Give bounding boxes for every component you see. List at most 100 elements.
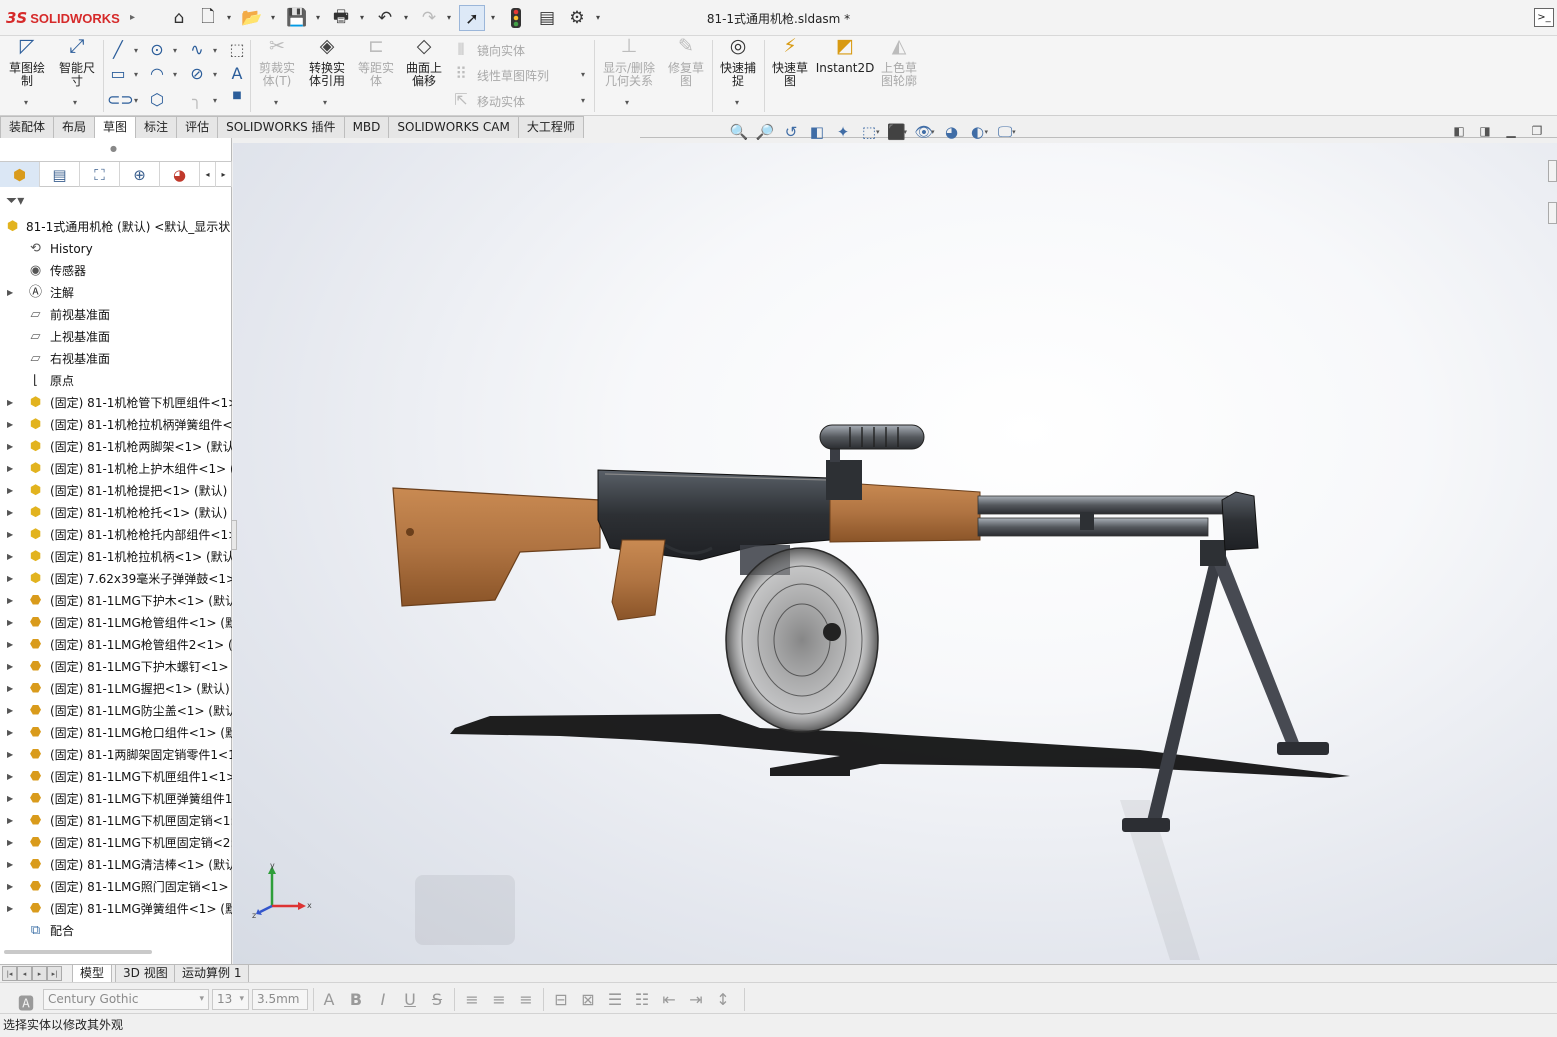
tab-model[interactable]: 模型 — [72, 965, 113, 983]
tree-component[interactable]: ▶ ⬣ (固定) 81-1两脚架固定销零件1<1 — [0, 744, 232, 766]
chevron-down-icon[interactable]: ▾ — [404, 13, 408, 22]
move-entities-label[interactable]: 移动实体 — [477, 93, 525, 110]
chevron-right-icon[interactable]: ▶ — [7, 810, 13, 832]
chevron-down-icon[interactable]: ▾ — [596, 13, 600, 22]
underline-icon[interactable]: U — [399, 990, 421, 1009]
chevron-right-icon[interactable]: ▸ — [216, 162, 232, 187]
tree-component[interactable]: ▶ ⬣ (固定) 81-1LMG枪口组件<1> (默 — [0, 722, 232, 744]
line-icon[interactable]: ╱ — [107, 40, 129, 60]
chevron-down-icon[interactable]: ▾ — [447, 13, 451, 22]
property-manager-tab-icon[interactable]: ▤ — [40, 162, 80, 187]
chevron-right-icon[interactable]: ▶ — [7, 634, 13, 656]
chevron-down-icon[interactable]: ▾ — [360, 13, 364, 22]
first-tab-icon[interactable]: |◂ — [2, 966, 17, 981]
rapid-sketch-button[interactable]: ⚡ 快速草 图 — [768, 37, 812, 88]
tree-component[interactable]: ▶ ⬣ (固定) 81-1LMG枪管组件2<1> (默 — [0, 634, 232, 656]
save-icon[interactable]: 💾 — [286, 7, 308, 29]
offset-on-surface-button[interactable]: ◇ 曲面上 偏移 — [402, 37, 446, 88]
chevron-down-icon[interactable]: ▾ — [73, 98, 77, 107]
offset-entities-button[interactable]: ⊏ 等距实 体 — [354, 37, 398, 88]
chevron-right-icon[interactable]: ▶ — [7, 546, 13, 568]
tree-component[interactable]: ▶ ⬢ (固定) 81-1机枪提把<1> (默认) < — [0, 480, 232, 502]
filter-icon[interactable]: ⏷▾ — [6, 193, 24, 209]
task-pane-tab[interactable] — [1548, 160, 1557, 182]
display-manager-tab-icon[interactable]: ◕ — [160, 162, 200, 187]
font-select[interactable]: Century Gothic ▾ — [43, 989, 209, 1010]
graphics-area[interactable]: y x z — [233, 143, 1557, 964]
stack-icon[interactable]: ⊠ — [577, 990, 599, 1009]
linear-pattern-icon[interactable]: ⠿ — [450, 64, 472, 84]
construction-geometry-icon[interactable]: ⬚ — [226, 40, 248, 60]
tree-root[interactable]: ⬢ 81-1式通用机枪 (默认) <默认_显示状 — [0, 216, 232, 238]
polygon-icon[interactable]: ⬡ — [146, 90, 168, 110]
tab-sketch[interactable]: 草图 — [94, 116, 137, 138]
gear-icon[interactable]: ⚙ — [566, 7, 588, 29]
bullets-icon[interactable]: ☰ — [604, 990, 626, 1009]
tree-item-front-plane[interactable]: ▱ 前视基准面 — [0, 304, 232, 326]
linear-pattern-label[interactable]: 线性草图阵列 — [477, 67, 549, 84]
text-height-input[interactable]: 3.5mm — [252, 989, 308, 1010]
chevron-right-icon[interactable]: ▶ — [7, 656, 13, 678]
ellipse-icon[interactable]: ⊘ — [186, 64, 208, 84]
mirror-entities-label[interactable]: 镜向实体 — [477, 42, 525, 59]
chevron-right-icon[interactable]: ▶ — [7, 744, 13, 766]
fit-text-icon[interactable]: ⊟ — [550, 990, 572, 1009]
tab-evaluate[interactable]: 评估 — [176, 116, 219, 138]
chevron-right-icon[interactable]: ▶ — [7, 590, 13, 612]
tab-3d-views[interactable]: 3D 视图 — [115, 965, 176, 983]
tree-component[interactable]: ▶ ⬢ (固定) 81-1机枪拉机柄<1> (默认 — [0, 546, 232, 568]
next-tab-icon[interactable]: ▸ — [32, 966, 47, 981]
tree-component[interactable]: ▶ ⬢ (固定) 81-1机枪两脚架<1> (默认 — [0, 436, 232, 458]
chevron-down-icon[interactable]: ▾ — [316, 13, 320, 22]
split-left-icon[interactable]: ◧ — [1446, 124, 1472, 138]
tree-component[interactable]: ▶ ⬣ (固定) 81-1LMG清洁棒<1> (默认 — [0, 854, 232, 876]
chevron-right-icon[interactable]: ▶ — [7, 898, 13, 920]
tree-item-right-plane[interactable]: ▱ 右视基准面 — [0, 348, 232, 370]
instant2d-button[interactable]: ◩ Instant2D — [816, 37, 875, 75]
decrease-indent-icon[interactable]: ⇤ — [658, 990, 680, 1009]
previous-view-icon[interactable]: ↺ — [778, 121, 804, 143]
chevron-right-icon[interactable]: ▶ — [7, 502, 13, 524]
tree-component[interactable]: ▶ ⬣ (固定) 81-1LMG下机匣弹簧组件1 — [0, 788, 232, 810]
shaded-sketch-contours-button[interactable]: ◭ 上色草 图轮廓 — [876, 37, 922, 88]
tree-component[interactable]: ▶ ⬣ (固定) 81-1LMG下护木螺钉<1> ( — [0, 656, 232, 678]
circle-icon[interactable]: ⊙ — [146, 40, 168, 60]
tree-component[interactable]: ▶ ⬢ (固定) 81-1机枪枪托内部组件<1> — [0, 524, 232, 546]
align-center-icon[interactable]: ≡ — [488, 990, 510, 1009]
tree-component[interactable]: ▶ ⬢ (固定) 81-1机枪上护木组件<1> ( — [0, 458, 232, 480]
tree-component[interactable]: ▶ ⬣ (固定) 81-1LMG枪管组件<1> (默 — [0, 612, 232, 634]
fillet-icon[interactable]: ╮ — [186, 90, 208, 110]
minimize-icon[interactable]: ▁ — [1498, 124, 1524, 138]
chevron-right-icon[interactable]: ▶ — [7, 480, 13, 502]
tab-markup[interactable]: 标注 — [135, 116, 178, 138]
chevron-right-icon[interactable]: ▶ — [7, 788, 13, 810]
chevron-right-icon[interactable]: ▶ — [7, 436, 13, 458]
tree-item-top-plane[interactable]: ▱ 上视基准面 — [0, 326, 232, 348]
chevron-right-icon[interactable]: ▶ — [7, 832, 13, 854]
chevron-down-icon[interactable]: ▾ — [271, 13, 275, 22]
convert-entities-button[interactable]: ◈ 转换实 体引用 — [304, 37, 350, 88]
italic-icon[interactable]: I — [372, 990, 394, 1009]
rifle-model[interactable] — [233, 143, 1557, 964]
solidworks-logo[interactable]: 3S SOLIDWORKS — [6, 8, 120, 28]
chevron-left-icon[interactable]: ◂ — [200, 162, 216, 187]
chevron-right-icon[interactable]: ▸ — [130, 12, 135, 23]
line-spacing-icon[interactable]: ↕ — [712, 990, 734, 1009]
chevron-right-icon[interactable]: ▶ — [7, 678, 13, 700]
tree-item-history[interactable]: ⟲ History — [0, 238, 232, 260]
panel-splitter-handle[interactable] — [231, 520, 237, 550]
trim-entities-button[interactable]: ✂ 剪裁实 体(T) — [255, 37, 299, 88]
select-arrow-icon[interactable]: ➚ — [459, 5, 485, 31]
command-search-icon[interactable]: >_ — [1534, 8, 1554, 27]
tree-component[interactable]: ▶ ⬣ (固定) 81-1LMG下护木<1> (默认 — [0, 590, 232, 612]
tree-component[interactable]: ▶ ⬣ (固定) 81-1LMG照门固定销<1> ( — [0, 876, 232, 898]
task-pane-tab[interactable] — [1548, 202, 1557, 224]
open-file-icon[interactable]: 📂 — [241, 7, 263, 29]
chevron-down-icon[interactable]: ▾ — [227, 13, 231, 22]
dimxpert-manager-tab-icon[interactable]: ⊕ — [120, 162, 160, 187]
bold-icon[interactable]: B — [345, 990, 367, 1009]
panel-grip-icon[interactable]: ● — [110, 144, 117, 153]
chevron-right-icon[interactable]: ▶ — [7, 568, 13, 590]
chevron-right-icon[interactable]: ▶ — [7, 282, 13, 304]
chevron-down-icon[interactable]: ▾ — [24, 98, 28, 107]
